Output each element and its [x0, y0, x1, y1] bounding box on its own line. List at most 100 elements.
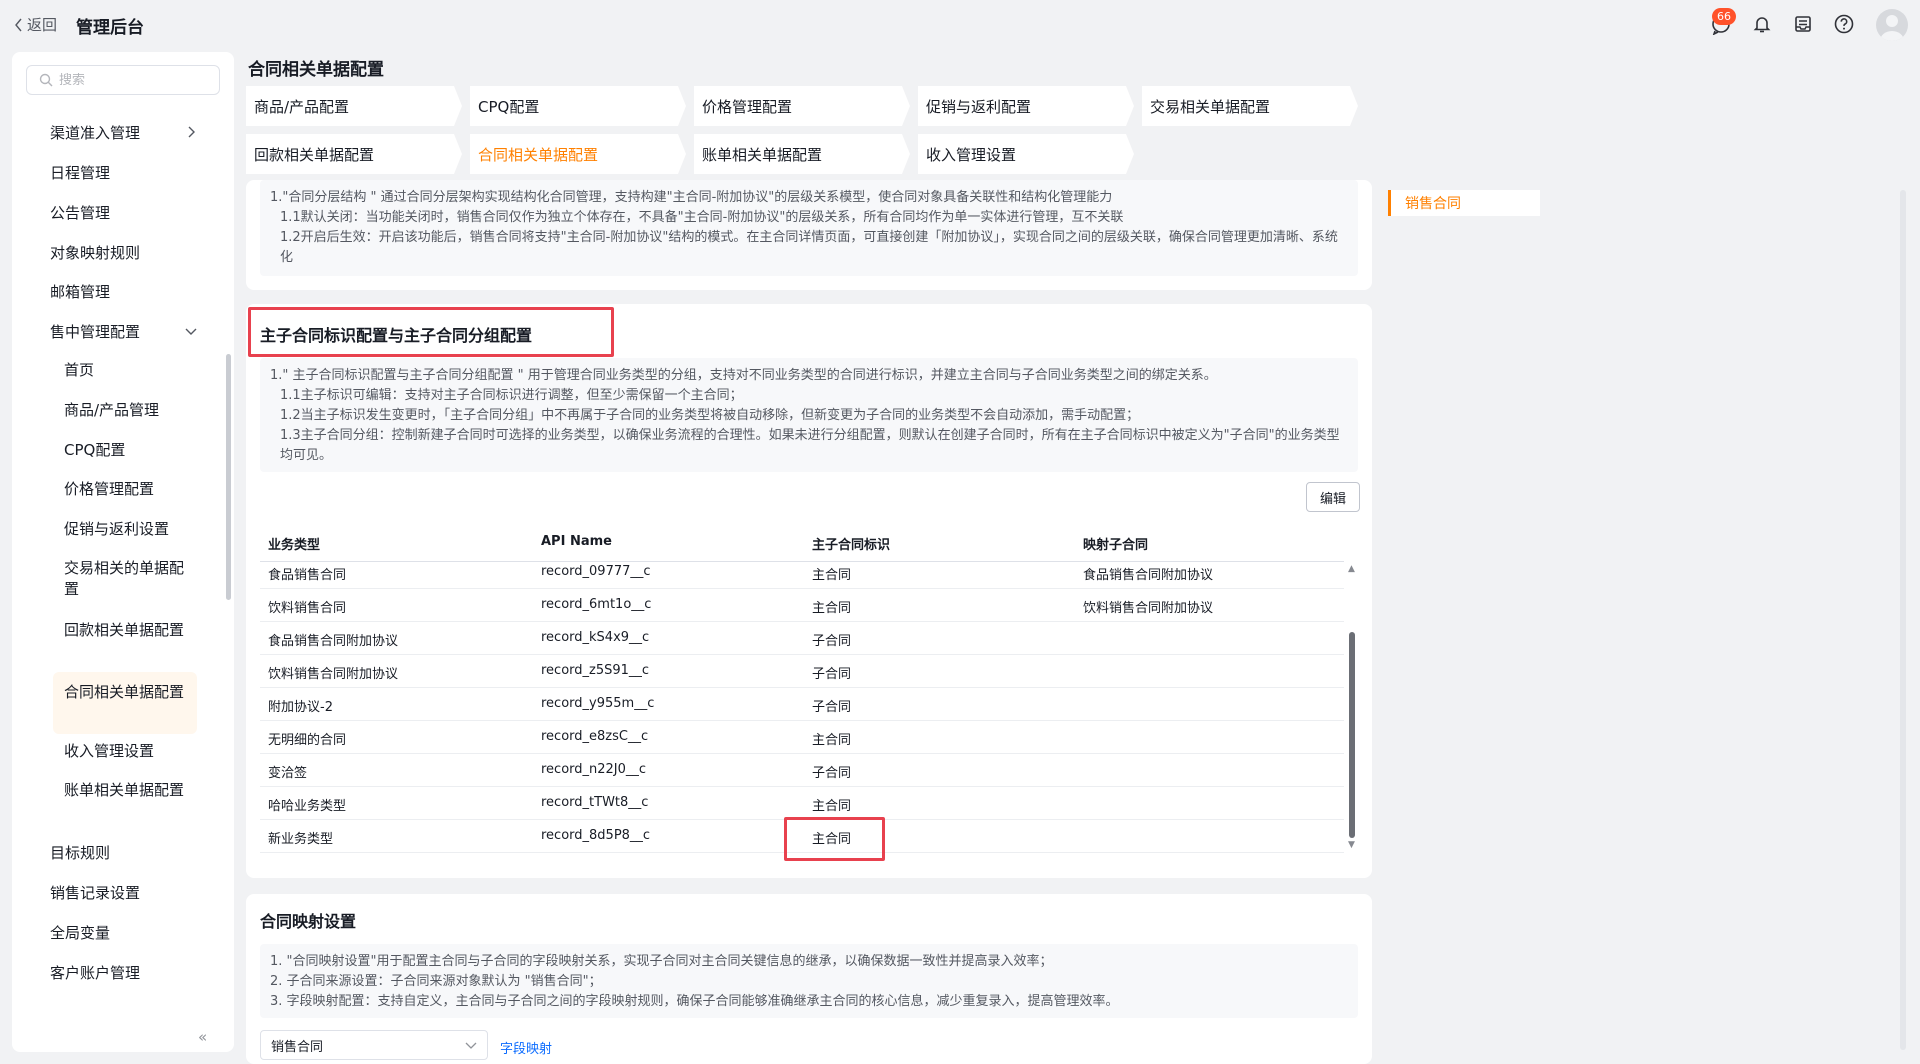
sidebar-item-schedule[interactable]: 日程管理 — [50, 162, 110, 183]
cell-type: 附加协议-2 — [268, 700, 333, 715]
cell-flag: 子合同 — [812, 667, 852, 682]
note-line: 1.1默认关闭：当功能关闭时，销售合同仅作为独立个体存在，不具备"主合同-附加协… — [280, 210, 1124, 225]
sidebar: 渠道准入管理 日程管理 公告管理 对象映射规则 邮箱管理 售中管理配置 首页 商… — [12, 52, 234, 1052]
cell-api-name: record_tTWt8__c — [541, 795, 649, 810]
sidebar-sub-promotion[interactable]: 促销与返利设置 — [64, 519, 194, 540]
sidebar-item-customer-account[interactable]: 客户账户管理 — [50, 962, 140, 983]
tab-payment[interactable]: 回款相关单据配置 — [246, 134, 462, 174]
message-badge: 66 — [1712, 8, 1736, 25]
table-row: 饮料销售合同附加协议 record_z5S91__c 子合同 — [260, 655, 1344, 688]
anchor-sales-contract[interactable]: 销售合同 — [1388, 190, 1540, 216]
note-line: 1. "合同映射设置"用于配置主合同与子合同的字段映射关系，实现子合同对主合同关… — [270, 954, 1053, 969]
scroll-down-icon[interactable]: ▼ — [1348, 840, 1355, 850]
cell-mapped: 食品销售合同附加协议 — [1083, 568, 1214, 583]
help-button[interactable] — [1832, 12, 1856, 36]
cell-type: 无明细的合同 — [268, 733, 347, 748]
tab-bill[interactable]: 账单相关单据配置 — [694, 134, 910, 174]
tab-price[interactable]: 价格管理配置 — [694, 86, 910, 126]
sidebar-sub-contract[interactable]: 合同相关单据配置 — [64, 682, 194, 703]
sidebar-sub-payment[interactable]: 回款相关单据配置 — [64, 620, 194, 641]
back-label: 返回 — [27, 16, 58, 34]
cell-type: 新业务类型 — [268, 832, 334, 847]
column-header-api: API Name — [541, 534, 612, 549]
cell-api-name: record_6mt1o__c — [541, 597, 652, 612]
help-icon — [1834, 14, 1854, 34]
sidebar-sub-product[interactable]: 商品/产品管理 — [64, 400, 194, 421]
cell-type: 变洽签 — [268, 766, 308, 781]
cell-api-name: record_8d5P8__c — [541, 828, 651, 843]
tab-promotion[interactable]: 促销与返利配置 — [918, 86, 1134, 126]
sidebar-sub-transaction[interactable]: 交易相关的单据配置 — [64, 558, 194, 600]
search-input[interactable] — [59, 72, 209, 88]
cell-api-name: record_kS4x9__c — [541, 630, 650, 645]
tab-contract[interactable]: 合同相关单据配置 — [470, 134, 686, 174]
note-line: 1."合同分层结构 " 通过合同分层架构实现结构化合同管理，支持构建"主合同-附… — [270, 190, 1113, 205]
sidebar-item-sales-record[interactable]: 销售记录设置 — [50, 882, 140, 903]
page-title: 合同相关单据配置 — [248, 60, 384, 80]
sidebar-item-target-rule[interactable]: 目标规则 — [50, 842, 110, 863]
cell-api-name: record_y955m__c — [541, 696, 655, 711]
back-button[interactable]: 返回 — [14, 14, 57, 35]
sidebar-item-announcement[interactable]: 公告管理 — [50, 202, 110, 223]
cell-flag: 子合同 — [812, 634, 852, 649]
column-header-mapped: 映射子合同 — [1083, 538, 1149, 553]
cell-type: 食品销售合同 — [268, 568, 347, 583]
sidebar-item-object-mapping[interactable]: 对象映射规则 — [50, 242, 140, 263]
inbox-icon — [1795, 16, 1811, 32]
sidebar-sub-cpq[interactable]: CPQ配置 — [64, 440, 194, 461]
cell-flag: 主合同 — [812, 568, 852, 583]
sidebar-sub-revenue[interactable]: 收入管理设置 — [64, 741, 194, 762]
tab-product[interactable]: 商品/产品配置 — [246, 86, 462, 126]
table-scrollbar[interactable]: ▲ ▼ — [1348, 564, 1356, 850]
sidebar-sub-home[interactable]: 首页 — [64, 360, 194, 381]
cell-type: 饮料销售合同 — [268, 601, 347, 616]
cell-type: 食品销售合同附加协议 — [268, 634, 399, 649]
cell-type: 饮料销售合同附加协议 — [268, 667, 399, 682]
column-header-flag: 主子合同标识 — [812, 538, 891, 553]
tab-cpq[interactable]: CPQ配置 — [470, 86, 686, 126]
sidebar-item-channel[interactable]: 渠道准入管理 — [50, 122, 140, 143]
scroll-up-icon[interactable]: ▲ — [1348, 564, 1355, 574]
notification-button[interactable] — [1750, 12, 1774, 36]
sidebar-sub-price[interactable]: 价格管理配置 — [64, 479, 194, 500]
tab-transaction[interactable]: 交易相关单据配置 — [1142, 86, 1358, 126]
cell-flag: 子合同 — [812, 700, 852, 715]
scroll-thumb[interactable] — [1349, 632, 1355, 838]
cell-mapped: 饮料销售合同附加协议 — [1083, 601, 1214, 616]
collapse-sidebar-icon[interactable]: « — [198, 1028, 207, 1046]
page-scrollbar[interactable] — [1900, 190, 1906, 1050]
mapping-note: 1. "合同映射设置"用于配置主合同与子合同的字段映射关系，实现子合同对主合同关… — [260, 944, 1358, 1018]
source-object-select[interactable]: 销售合同 — [260, 1030, 488, 1060]
note-line: 1.2开启后生效：开启该功能后，销售合同将支持"主合同-附加协议"结构的模式。在… — [280, 230, 1338, 265]
cell-api-name: record_e8zsC__c — [541, 729, 649, 744]
tab-revenue[interactable]: 收入管理设置 — [918, 134, 1134, 174]
highlight-box-flag — [784, 817, 885, 861]
table-row: 饮料销售合同 record_6mt1o__c 主合同 饮料销售合同附加协议 — [260, 589, 1344, 622]
cell-type: 哈哈业务类型 — [268, 799, 347, 814]
column-header-type: 业务类型 — [268, 538, 321, 553]
cell-api-name: record_z5S91__c — [541, 663, 650, 678]
field-mapping-link[interactable]: 字段映射 — [500, 1038, 552, 1057]
sidebar-item-global-var[interactable]: 全局变量 — [50, 922, 110, 943]
chevron-down-icon — [465, 1042, 477, 1049]
inbox-button[interactable] — [1791, 12, 1815, 36]
table-row: 食品销售合同 record_09777__c 主合同 食品销售合同附加协议 — [260, 556, 1344, 589]
chevron-right-icon[interactable] — [184, 125, 198, 139]
sidebar-sub-bill[interactable]: 账单相关单据配置 — [64, 780, 194, 801]
edit-button[interactable]: 编辑 — [1306, 482, 1360, 512]
cell-flag: 主合同 — [812, 733, 852, 748]
chevron-down-icon[interactable] — [184, 324, 198, 338]
avatar[interactable] — [1876, 9, 1908, 41]
sidebar-item-in-sale-config[interactable]: 售中管理配置 — [50, 321, 140, 342]
table-row: 哈哈业务类型 record_tTWt8__c 主合同 — [260, 787, 1344, 820]
contract-flag-note: 1." 主子合同标识配置与主子合同分组配置 " 用于管理合同业务类型的分组，支持… — [260, 358, 1358, 472]
highlight-box-title — [248, 307, 614, 357]
note-line: 2. 子合同来源设置：子合同来源对象默认为 "销售合同"； — [270, 974, 602, 989]
user-avatar-icon — [1880, 15, 1904, 41]
note-line: 3. 字段映射配置：支持自定义，主合同与子合同之间的字段映射规则，确保子合同能够… — [270, 994, 1119, 1009]
sidebar-scrollbar[interactable] — [226, 354, 231, 600]
table-row: 食品销售合同附加协议 record_kS4x9__c 子合同 — [260, 622, 1344, 655]
sidebar-search[interactable] — [26, 65, 220, 95]
cell-api-name: record_n22J0__c — [541, 762, 647, 777]
sidebar-item-mailbox[interactable]: 邮箱管理 — [50, 281, 110, 302]
